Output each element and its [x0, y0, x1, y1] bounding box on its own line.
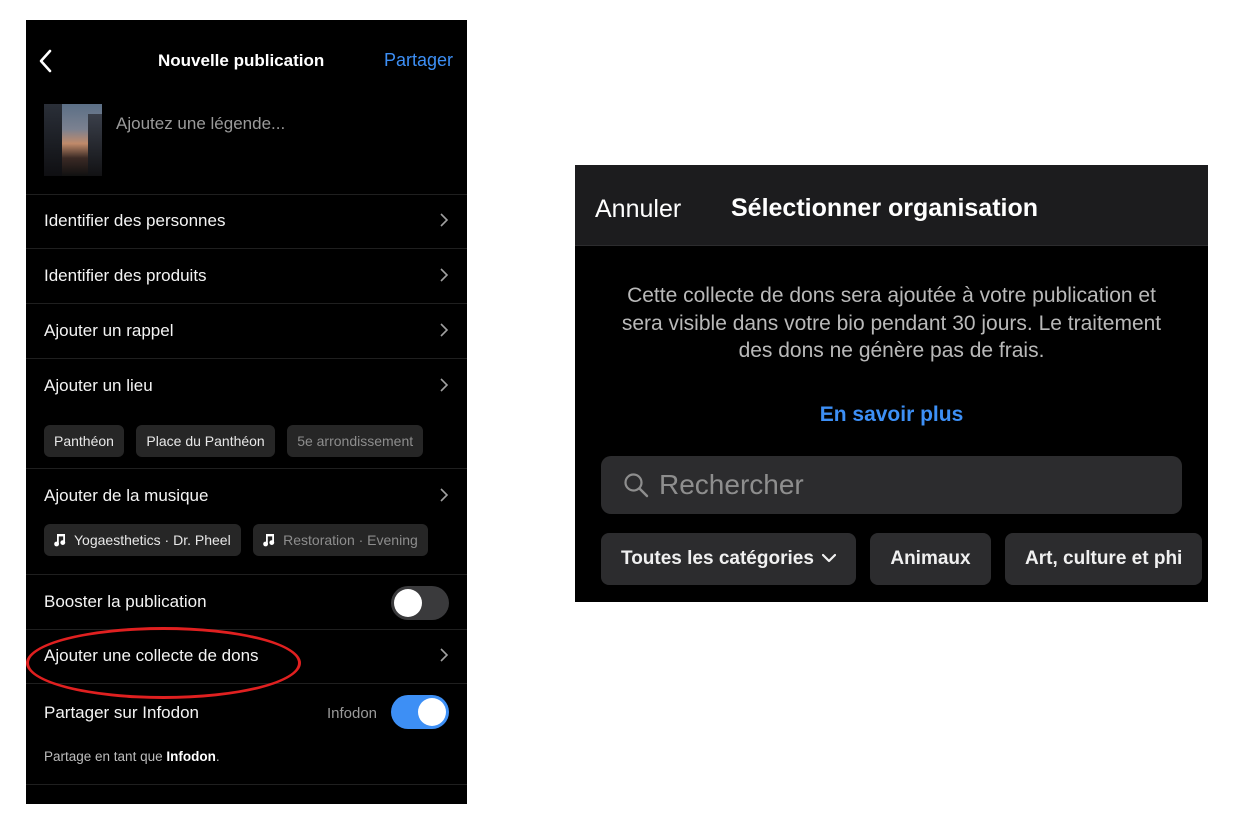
row-add-music[interactable]: Ajouter de la musique: [26, 468, 467, 523]
share-account-label: Infodon: [326, 705, 377, 722]
chevron-right-icon: [440, 213, 449, 227]
music-chip[interactable]: Yogaesthetics · Dr. Pheel: [44, 524, 241, 556]
row-label: Ajouter un lieu: [44, 376, 153, 395]
select-organization-screen: Annuler Sélectionner organisation Cette …: [575, 165, 1208, 602]
row-label: Ajouter un rappel: [44, 321, 174, 340]
category-chip[interactable]: Art, culture et phi: [1005, 533, 1203, 585]
back-chevron-icon[interactable]: [36, 48, 56, 74]
search-placeholder: Rechercher: [659, 469, 804, 500]
row-boost: Booster la publication: [26, 574, 467, 630]
music-chip[interactable]: Restoration · Evening: [253, 524, 428, 556]
page-title: Sélectionner organisation: [731, 194, 1039, 222]
row-tag-products[interactable]: Identifier des produits: [26, 249, 467, 304]
location-chip[interactable]: Panthéon: [44, 425, 124, 457]
share-toggle[interactable]: [391, 695, 449, 729]
row-label: Booster la publication: [44, 592, 207, 611]
caption-row: Ajoutez une légende...: [26, 102, 467, 195]
top-bar: Nouvelle publication Partager: [26, 20, 467, 100]
post-thumbnail: [44, 104, 102, 176]
music-note-icon: [54, 534, 66, 547]
music-chip-label: Yogaesthetics · Dr. Pheel: [74, 532, 231, 548]
location-suggestions: Panthéon Place du Panthéon 5e arrondisse…: [44, 425, 467, 457]
new-post-screen: Nouvelle publication Partager Ajoutez un…: [26, 20, 467, 804]
music-suggestions: Yogaesthetics · Dr. Pheel Restoration · …: [44, 524, 467, 556]
category-chip-all[interactable]: Toutes les catégories: [601, 533, 856, 585]
chevron-down-icon: [821, 553, 836, 563]
location-chip[interactable]: Place du Panthéon: [136, 425, 275, 457]
chevron-right-icon: [440, 648, 449, 662]
share-note: Partage en tant que Infodon.: [44, 749, 220, 764]
row-add-location[interactable]: Ajouter un lieu: [26, 359, 467, 413]
chevron-right-icon: [440, 488, 449, 502]
page-title: Nouvelle publication: [158, 51, 325, 70]
row-label: Identifier des personnes: [44, 211, 226, 230]
chevron-right-icon: [440, 268, 449, 282]
row-label: Ajouter de la musique: [44, 486, 209, 505]
category-chip[interactable]: Animaux: [870, 533, 991, 585]
row-label: Identifier des produits: [44, 266, 207, 285]
top-bar: Annuler Sélectionner organisation: [575, 165, 1208, 246]
music-note-icon: [263, 534, 275, 547]
toggle-knob: [418, 698, 446, 726]
cancel-button[interactable]: Annuler: [595, 195, 681, 224]
search-icon: [624, 473, 649, 498]
row-share-on: Partager sur Infodon: [26, 684, 467, 785]
location-chip[interactable]: 5e arrondissement: [287, 425, 424, 457]
music-chip-label: Restoration · Evening: [283, 532, 418, 548]
row-tag-people[interactable]: Identifier des personnes: [26, 194, 467, 249]
category-filters: Toutes les catégories Animaux Art, cultu…: [601, 533, 1208, 585]
search-input[interactable]: Rechercher: [601, 456, 1182, 514]
chevron-right-icon: [440, 378, 449, 392]
caption-input[interactable]: Ajoutez une légende...: [116, 114, 285, 134]
learn-more-link[interactable]: En savoir plus: [575, 403, 1208, 427]
boost-toggle[interactable]: [391, 586, 449, 620]
row-add-reminder[interactable]: Ajouter un rappel: [26, 304, 467, 359]
chevron-right-icon: [440, 323, 449, 337]
fundraiser-description: Cette collecte de dons sera ajoutée à vo…: [621, 284, 1162, 362]
row-label: Partager sur Infodon: [44, 703, 199, 722]
share-button[interactable]: Partager: [384, 50, 453, 71]
toggle-knob: [394, 589, 422, 617]
